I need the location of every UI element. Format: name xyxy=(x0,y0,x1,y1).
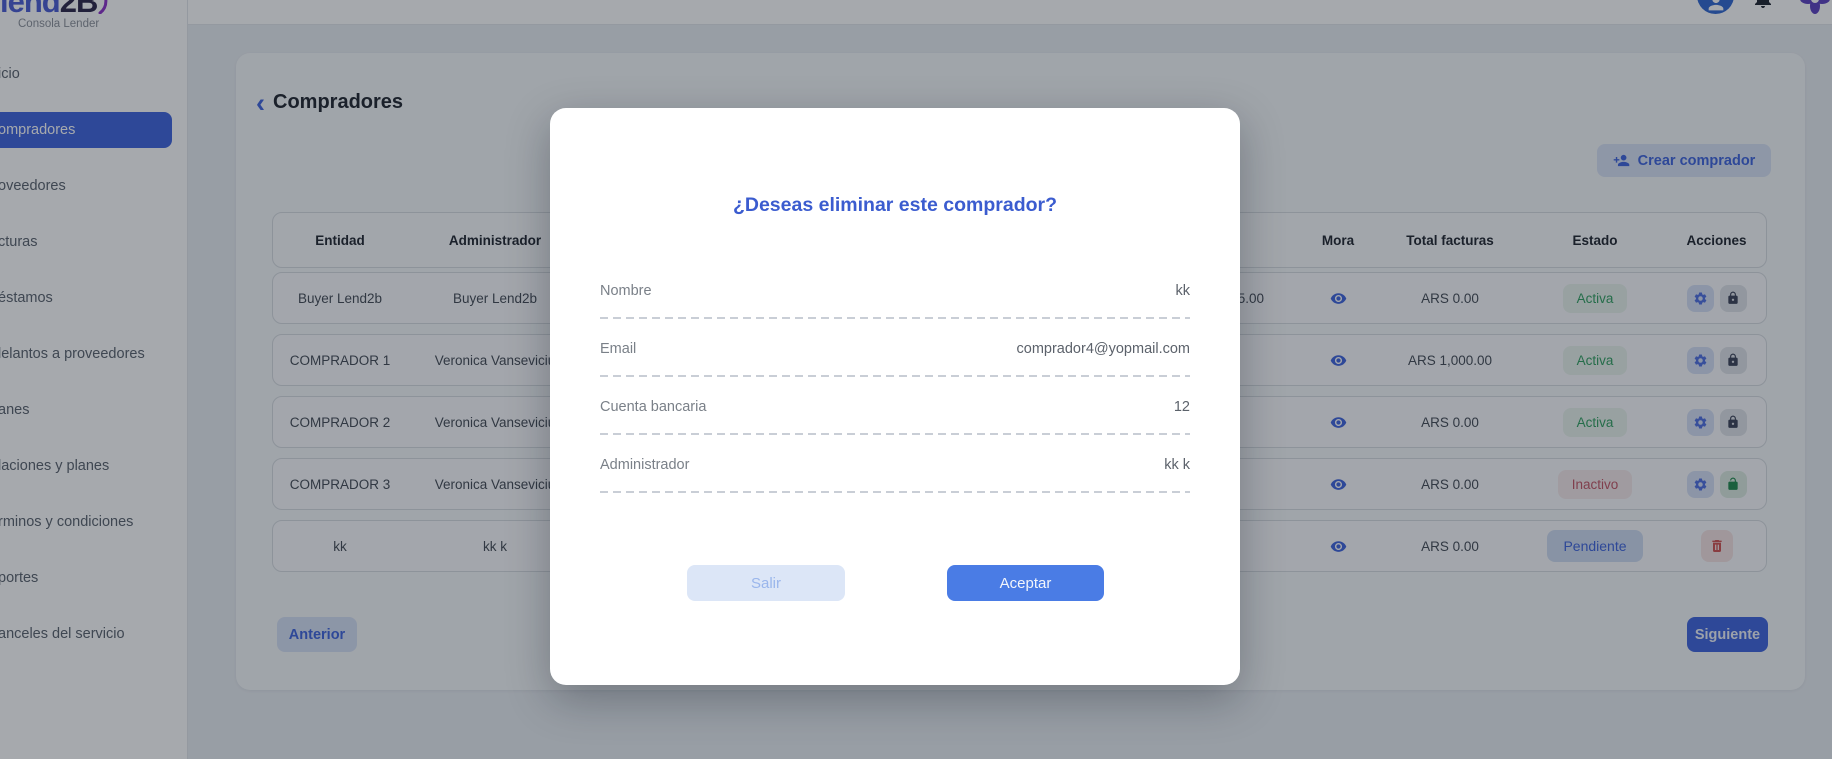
field-label: Nombre xyxy=(600,283,652,299)
modal-field-nombre: Nombre kk xyxy=(600,283,1190,319)
field-label: Email xyxy=(600,341,636,357)
field-label: Administrador xyxy=(600,457,689,473)
modal-field-cuenta-bancaria: Cuenta bancaria 12 xyxy=(600,399,1190,435)
field-value: kk xyxy=(1176,283,1191,299)
field-value: 12 xyxy=(1174,399,1190,415)
modal-title: ¿Deseas eliminar este comprador? xyxy=(550,194,1240,217)
field-label: Cuenta bancaria xyxy=(600,399,706,415)
field-value: comprador4@yopmail.com xyxy=(1017,341,1190,357)
exit-button[interactable]: Salir xyxy=(687,565,845,601)
modal-field-email: Email comprador4@yopmail.com xyxy=(600,341,1190,377)
delete-buyer-modal: ¿Deseas eliminar este comprador? Nombre … xyxy=(550,108,1240,685)
modal-field-administrador: Administrador kk k xyxy=(600,457,1190,493)
field-value: kk k xyxy=(1164,457,1190,473)
app-root: lend2B Consola Lender icio ompradores ov… xyxy=(0,0,1832,759)
accept-button[interactable]: Aceptar xyxy=(947,565,1104,601)
